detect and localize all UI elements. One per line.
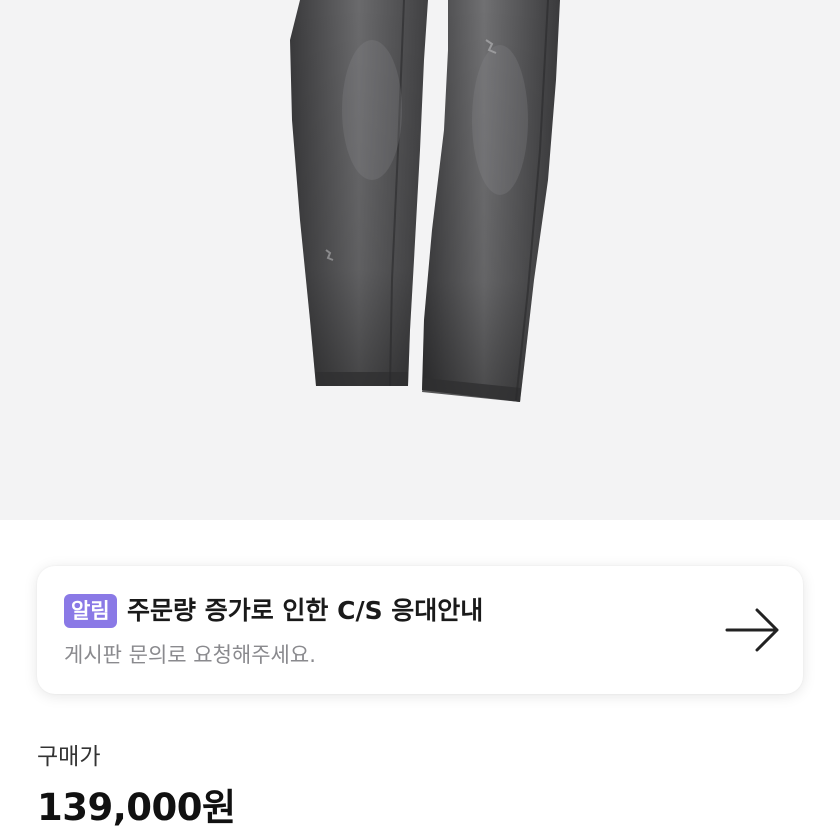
notice-badge: 알림 bbox=[64, 594, 117, 628]
notice-subtitle: 게시판 문의로 요청해주세요. bbox=[64, 643, 316, 667]
price-value: 139,000원 bbox=[37, 786, 236, 829]
notice-title: 주문량 증가로 인한 C/S 응대안내 bbox=[127, 596, 484, 625]
arrow-right-icon[interactable] bbox=[725, 606, 781, 654]
product-image[interactable] bbox=[0, 0, 840, 520]
jeans-photo bbox=[290, 0, 560, 402]
cs-notice-card[interactable]: 알림 주문량 증가로 인한 C/S 응대안내 게시판 문의로 요청해주세요. bbox=[37, 566, 803, 694]
price-label: 구매가 bbox=[37, 744, 101, 770]
product-detail-page: 알림 주문량 증가로 인한 C/S 응대안내 게시판 문의로 요청해주세요. 구… bbox=[0, 0, 840, 840]
